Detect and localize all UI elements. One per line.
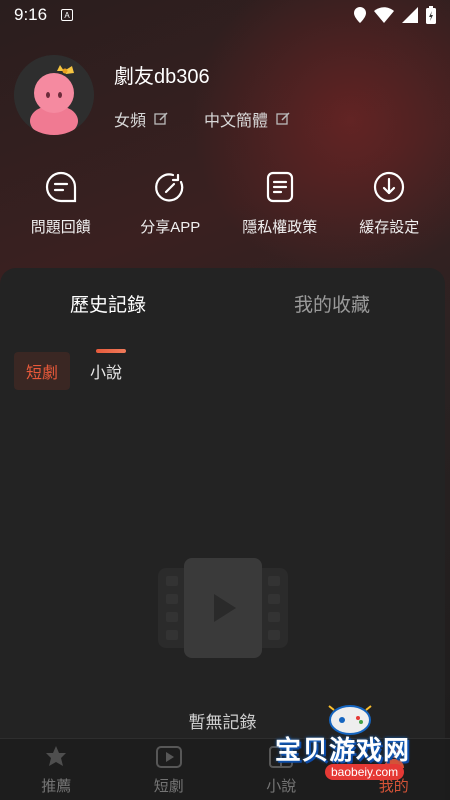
film-play-icon — [157, 558, 288, 658]
background-glow — [190, 0, 450, 280]
language-pref-button[interactable]: 中文簡體 — [204, 107, 290, 131]
share-app-button[interactable]: 分享APP — [120, 170, 220, 237]
feedback-label: 問題回饋 — [30, 219, 91, 236]
nav-short-drama[interactable]: 短劇 — [124, 743, 214, 796]
cache-settings-button[interactable]: 緩存設定 — [339, 170, 439, 237]
tab-favorites[interactable]: 我的收藏 — [294, 290, 370, 317]
empty-message: 暫無記錄 — [188, 713, 257, 732]
nav-recommend-label: 推薦 — [41, 778, 72, 795]
tab-history[interactable]: 歷史記錄 — [70, 290, 146, 317]
feedback-button[interactable]: 問題回饋 — [11, 170, 111, 237]
chip-short-drama[interactable]: 短劇 — [14, 352, 71, 390]
category-chips: 短劇 小說 — [14, 352, 134, 390]
gender-pref-label: 女頻 — [114, 112, 147, 130]
chip-novel[interactable]: 小說 — [78, 352, 134, 390]
watermark-text: 宝贝游戏网 — [275, 735, 411, 765]
wifi-icon — [374, 7, 394, 23]
app-screen: 9:16 A 劇友db306 女頻 中文簡體 問題回饋 分享APP 隱私權政策 … — [0, 0, 450, 800]
share-app-label: 分享APP — [140, 219, 201, 236]
avatar[interactable] — [14, 55, 94, 135]
privacy-policy-button[interactable]: 隱私權政策 — [230, 170, 330, 237]
records-tabs: 歷史記錄 我的收藏 — [0, 290, 445, 353]
cache-settings-label: 緩存設定 — [359, 219, 420, 236]
status-bar: 9:16 A — [0, 0, 450, 30]
signal-icon — [402, 7, 418, 23]
document-icon — [266, 171, 293, 203]
username: 劇友db306 — [114, 65, 210, 88]
language-pref-label: 中文簡體 — [204, 112, 269, 130]
edit-icon — [154, 111, 168, 125]
edit-icon — [276, 111, 290, 125]
nav-recommend[interactable]: 推薦 — [11, 743, 101, 796]
thumbs-up-icon — [46, 746, 67, 766]
quick-actions: 問題回饋 分享APP 隱私權政策 緩存設定 — [0, 170, 450, 237]
gender-pref-button[interactable]: 女頻 — [114, 107, 168, 131]
feedback-icon — [45, 171, 76, 203]
location-icon — [354, 7, 366, 23]
nav-short-drama-label: 短劇 — [153, 778, 184, 795]
site-watermark: 宝贝游戏网 baobeiy.com — [275, 700, 445, 795]
watermark-url: baobeiy.com — [325, 764, 405, 780]
notification-icon: A — [61, 9, 74, 21]
battery-icon — [426, 6, 436, 24]
avatar-mascot-icon — [14, 55, 94, 135]
status-time: 9:16 — [14, 5, 48, 24]
download-icon — [374, 171, 405, 203]
play-icon — [155, 746, 182, 768]
profile-header: 劇友db306 女頻 中文簡體 — [14, 55, 290, 135]
share-icon — [155, 173, 184, 202]
privacy-policy-label: 隱私權政策 — [242, 219, 318, 236]
